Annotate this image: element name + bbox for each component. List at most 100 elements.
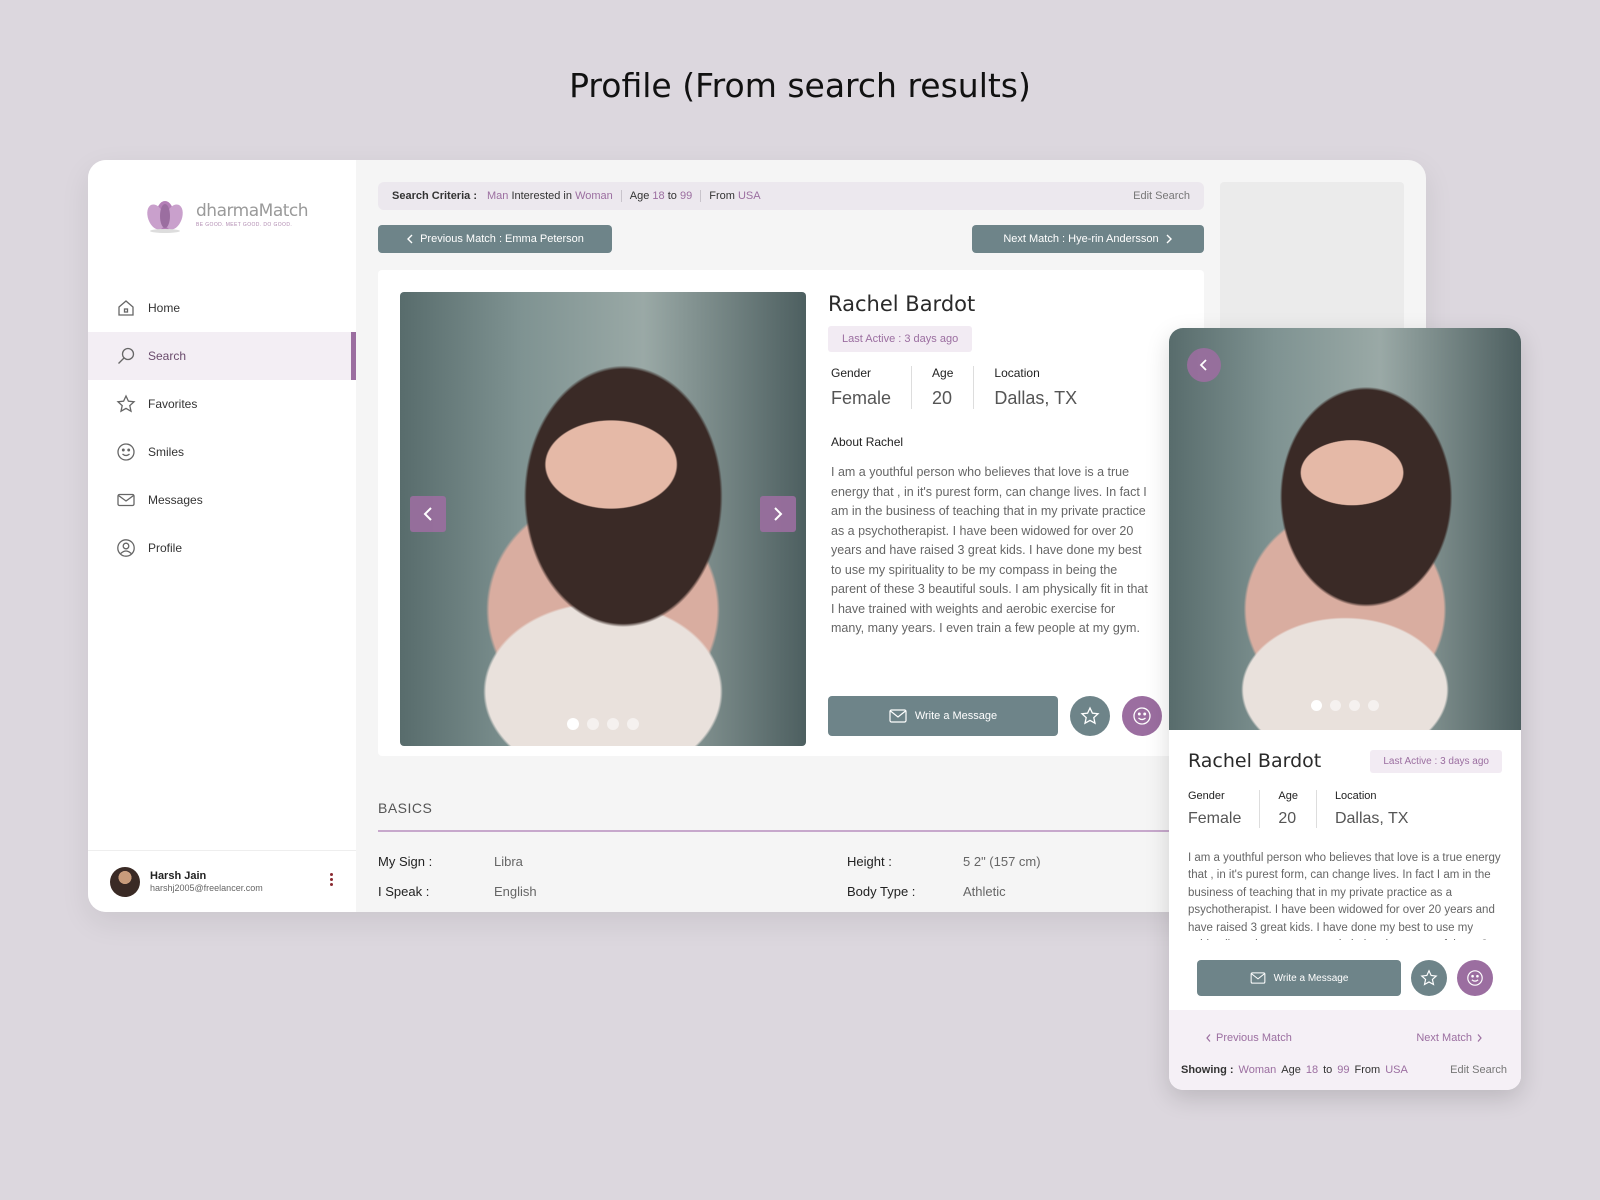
smile-button[interactable] <box>1122 696 1162 736</box>
star-icon <box>116 394 136 414</box>
nav-item-home[interactable]: Home <box>88 284 356 332</box>
location-label: Location <box>994 366 1040 380</box>
avatar <box>110 866 140 897</box>
sign-value: Libra <box>494 854 523 869</box>
carousel-dot[interactable] <box>627 718 639 730</box>
profile-photo[interactable] <box>400 292 806 746</box>
profile-info: Rachel Bardot Last Active : 3 days ago G… <box>828 292 1168 639</box>
gender-value: Female <box>831 388 892 408</box>
page-heading: Profile (From search results) <box>569 66 1031 105</box>
showing-to-text: to <box>1323 1064 1333 1076</box>
current-user[interactable]: Harsh Jain harshj2005@freelancer.com <box>88 850 356 912</box>
mobile-next-match-link[interactable]: Next Match <box>1416 1032 1483 1044</box>
photo-carousel-dots <box>1169 700 1521 711</box>
carousel-dot[interactable] <box>607 718 619 730</box>
divider <box>700 190 702 202</box>
age-value: 20 <box>1278 810 1297 827</box>
carousel-dot[interactable] <box>1311 700 1322 711</box>
profile-actions: Write a Message <box>1197 960 1493 996</box>
nav-item-search[interactable]: Search <box>88 332 356 380</box>
back-button[interactable] <box>1187 348 1221 382</box>
write-message-button[interactable]: Write a Message <box>1197 960 1401 996</box>
basics-sign-row: My Sign : Libra <box>378 854 523 869</box>
chevron-right-icon <box>1477 1034 1482 1042</box>
chevron-left-icon <box>1199 359 1207 371</box>
star-icon <box>1080 706 1100 725</box>
showing-label: Showing : <box>1181 1064 1234 1076</box>
search-criteria-bar: Search Criteria : Man Interested in Woma… <box>378 182 1204 210</box>
nav-item-messages[interactable]: Messages <box>88 476 356 524</box>
next-match-label: Next Match : Hye-rin Andersson <box>1003 233 1159 245</box>
mobile-profile-card: Rachel Bardot Last Active : 3 days ago G… <box>1169 328 1521 1090</box>
age-value: 20 <box>932 388 953 408</box>
nav-label: Search <box>148 349 187 363</box>
nav-label: Profile <box>148 541 183 555</box>
mail-icon <box>889 709 907 723</box>
criteria-country: USA <box>737 190 761 202</box>
body-label: Body Type : <box>847 884 916 899</box>
nav-label: Messages <box>148 493 203 507</box>
criteria-to-text: to <box>667 190 677 202</box>
nav-item-favorites[interactable]: Favorites <box>88 380 356 428</box>
last-active-badge: Last Active : 3 days ago <box>828 326 973 352</box>
chevron-right-icon <box>774 507 783 521</box>
speak-label: I Speak : <box>378 884 430 899</box>
favorite-button[interactable] <box>1411 960 1447 996</box>
mobile-edit-search-link[interactable]: Edit Search <box>1450 1064 1507 1076</box>
smile-icon <box>116 442 136 462</box>
about-text: I am a youthful person who believes that… <box>831 465 1148 635</box>
write-message-label: Write a Message <box>1273 972 1349 984</box>
basics-height-row: Height : 5 2" (157 cm) <box>847 854 1041 869</box>
mail-icon <box>1250 972 1265 984</box>
mobile-previous-match-link[interactable]: Previous Match <box>1205 1032 1292 1044</box>
carousel-dot[interactable] <box>1368 700 1379 711</box>
carousel-dot[interactable] <box>587 718 599 730</box>
search-icon <box>116 346 136 366</box>
mobile-profile-photo[interactable] <box>1169 328 1521 730</box>
about-text: I am a youthful person who believes that… <box>1188 852 1501 940</box>
criteria-age-min: 18 <box>652 190 665 202</box>
location-value: Dallas, TX <box>1334 810 1409 827</box>
body-value: Athletic <box>963 884 1006 899</box>
edit-search-link[interactable]: Edit Search <box>1133 190 1190 202</box>
favorite-button[interactable] <box>1070 696 1110 736</box>
showing-age-min: 18 <box>1305 1064 1319 1076</box>
write-message-button[interactable]: Write a Message <box>828 696 1058 736</box>
star-icon <box>1420 969 1438 986</box>
logo[interactable]: dharmaMatch BE GOOD. MEET GOOD. DO GOOD. <box>142 194 309 234</box>
criteria-age-max: 99 <box>679 190 693 202</box>
write-message-label: Write a Message <box>914 710 998 722</box>
profile-actions: Write a Message <box>828 696 1162 736</box>
smile-icon <box>1467 970 1483 986</box>
nav-item-profile[interactable]: Profile <box>88 524 356 572</box>
chevron-left-icon <box>407 234 413 244</box>
photo-prev-button[interactable] <box>410 496 446 532</box>
height-value: 5 2" (157 cm) <box>963 854 1041 869</box>
basics-speak-row: I Speak : English <box>378 884 537 899</box>
more-menu-icon[interactable] <box>330 873 334 886</box>
gender-value: Female <box>1188 810 1242 827</box>
criteria-from-text: From <box>709 190 735 202</box>
mobile-next-match-label: Next Match <box>1416 1032 1472 1044</box>
brand-tagline: BE GOOD. MEET GOOD. DO GOOD. <box>196 221 293 228</box>
carousel-dot[interactable] <box>567 718 579 730</box>
chevron-right-icon <box>1166 234 1172 244</box>
carousel-dot[interactable] <box>1349 700 1360 711</box>
sidebar: dharmaMatch BE GOOD. MEET GOOD. DO GOOD.… <box>88 160 356 912</box>
profile-card: Rachel Bardot Last Active : 3 days ago G… <box>378 270 1204 756</box>
location-value: Dallas, TX <box>994 388 1078 408</box>
carousel-dot[interactable] <box>1330 700 1341 711</box>
next-match-button[interactable]: Next Match : Hye-rin Andersson <box>972 225 1204 253</box>
showing-age-max: 99 <box>1337 1064 1350 1076</box>
photo-next-button[interactable] <box>760 496 796 532</box>
home-icon <box>116 298 136 318</box>
criteria-seeking: Man <box>486 190 509 202</box>
previous-match-button[interactable]: Previous Match : Emma Peterson <box>378 225 612 253</box>
criteria-target: Woman <box>575 190 613 202</box>
nav-item-smiles[interactable]: Smiles <box>88 428 356 476</box>
nav-label: Home <box>148 301 181 315</box>
showing-age-text: Age <box>1281 1064 1301 1076</box>
smile-button[interactable] <box>1457 960 1493 996</box>
criteria-age-text: Age <box>629 190 650 202</box>
sign-label: My Sign : <box>378 854 433 869</box>
